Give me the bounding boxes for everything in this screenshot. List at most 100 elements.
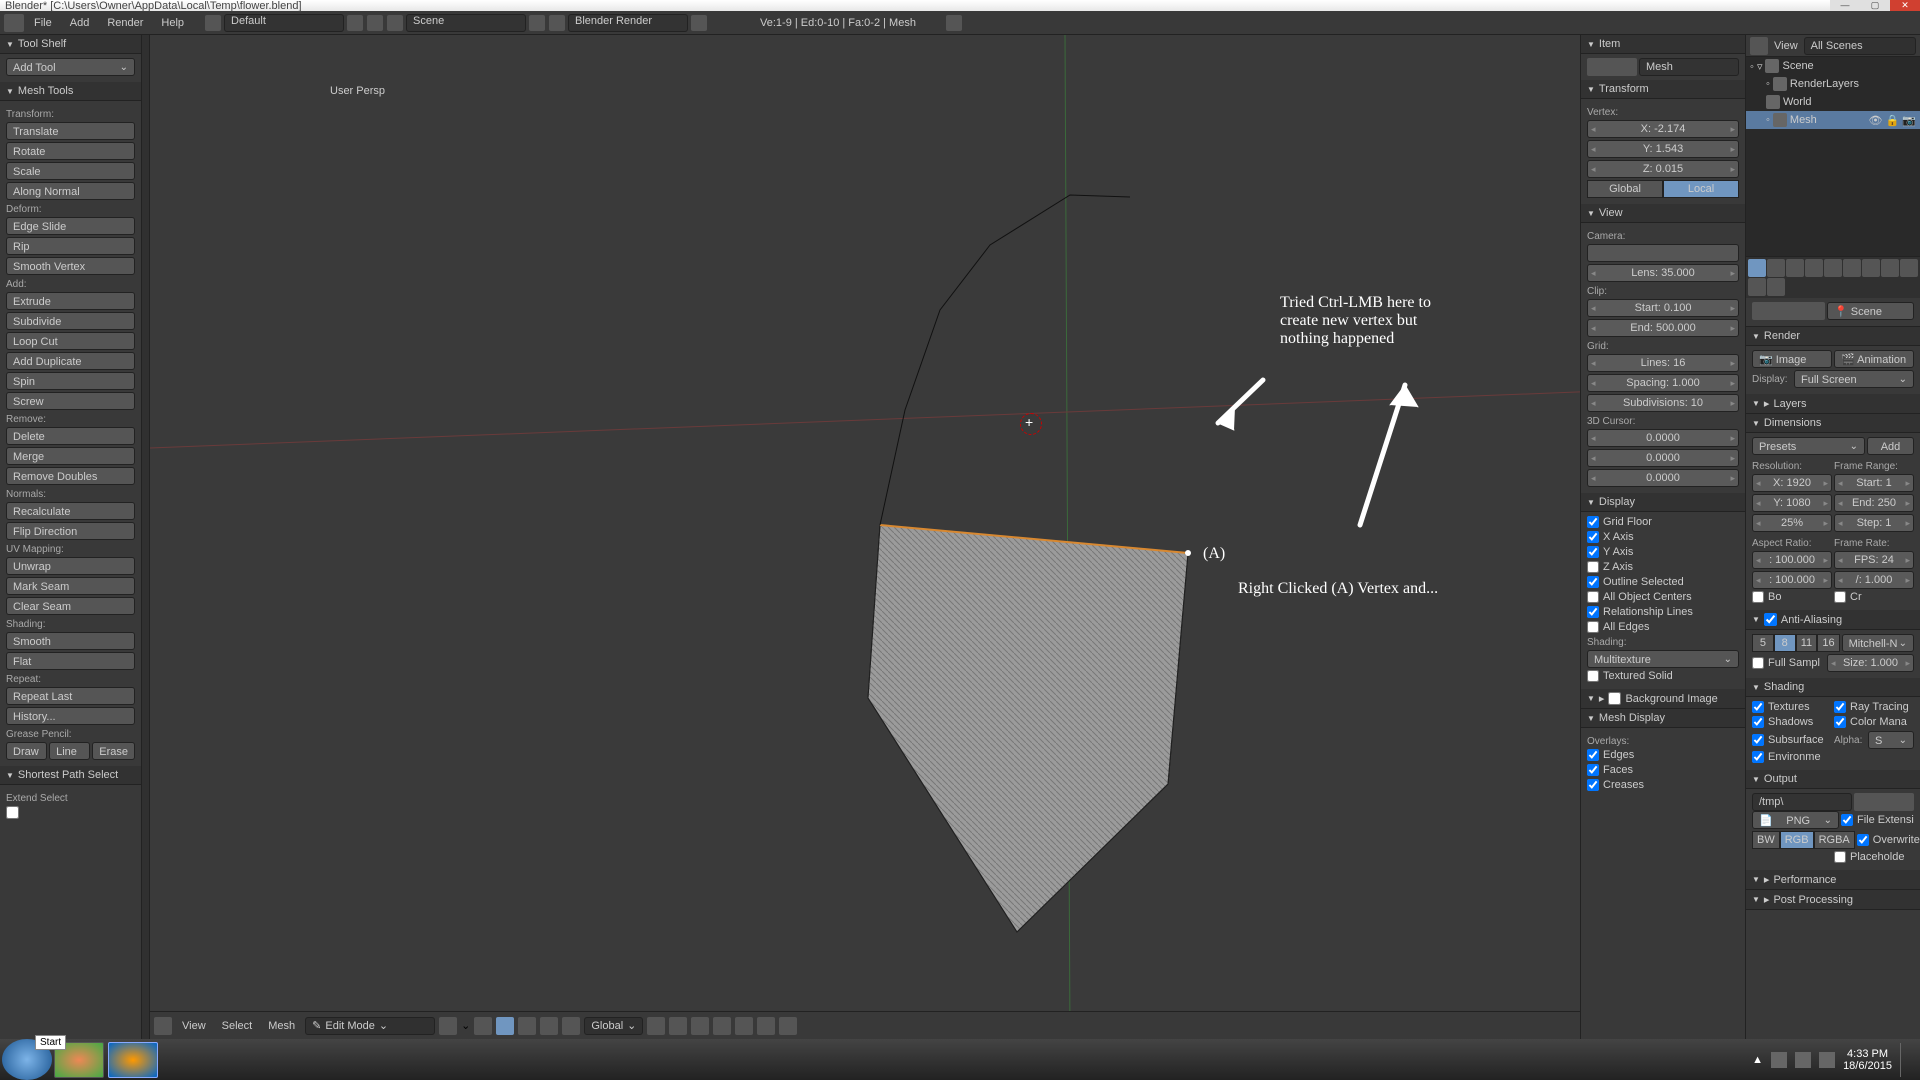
- modifiers-tab-icon[interactable]: [1843, 259, 1861, 277]
- outline-selected-checkbox[interactable]: [1587, 576, 1599, 588]
- vertex-x-field[interactable]: X: -2.174: [1587, 120, 1739, 138]
- bg-image-checkbox[interactable]: [1608, 692, 1621, 705]
- flat-button[interactable]: Flat: [6, 652, 135, 670]
- menu-file[interactable]: File: [26, 17, 60, 29]
- subsurface-checkbox[interactable]: [1752, 734, 1764, 746]
- gp-erase-button[interactable]: Erase: [92, 742, 135, 760]
- merge-button[interactable]: Merge: [6, 447, 135, 465]
- res-x-field[interactable]: X: 1920: [1752, 474, 1832, 492]
- aspect-y-field[interactable]: : 100.000: [1752, 571, 1832, 589]
- clip-end-field[interactable]: End: 500.000: [1587, 319, 1739, 337]
- transform-header[interactable]: Transform: [1581, 80, 1745, 99]
- frame-start-field[interactable]: Start: 1: [1834, 474, 1914, 492]
- editor-type-3dview-icon[interactable]: [154, 1017, 172, 1035]
- grid-lines-field[interactable]: Lines: 16: [1587, 354, 1739, 372]
- world-tab-icon[interactable]: [1786, 259, 1804, 277]
- res-pct-field[interactable]: 25%: [1752, 514, 1832, 532]
- z-axis-checkbox[interactable]: [1587, 561, 1599, 573]
- item-header[interactable]: Item: [1581, 35, 1745, 54]
- lens-field[interactable]: Lens: 35.000: [1587, 264, 1739, 282]
- spin-button[interactable]: Spin: [6, 372, 135, 390]
- editor-type-icon[interactable]: [4, 14, 24, 32]
- aa-filter-dropdown[interactable]: Mitchell-N: [1842, 634, 1914, 652]
- render-header[interactable]: Render: [1746, 327, 1920, 346]
- repeat-last-button[interactable]: Repeat Last: [6, 687, 135, 705]
- presets-dropdown[interactable]: Presets: [1752, 437, 1865, 455]
- outliner-tree[interactable]: ◦ ▿Scene ◦RenderLayers World ◦Mesh 👁 🔒 📷: [1746, 57, 1920, 257]
- post-processing-header[interactable]: ▸ Post Processing: [1746, 890, 1920, 910]
- shortest-path-header[interactable]: Shortest Path Select: [0, 766, 141, 785]
- tray-flag-icon[interactable]: [1771, 1052, 1787, 1068]
- global-toggle[interactable]: Global: [1587, 180, 1663, 198]
- render-engine-dropdown[interactable]: Blender Render: [568, 14, 688, 32]
- folder-browse-icon[interactable]: [1854, 793, 1914, 811]
- minimize-button[interactable]: —: [1830, 0, 1860, 11]
- flip-direction-button[interactable]: Flip Direction: [6, 522, 135, 540]
- pivot-icon[interactable]: [474, 1017, 492, 1035]
- tray-arrow-icon[interactable]: ▲: [1752, 1054, 1763, 1066]
- menu-render[interactable]: Render: [99, 17, 151, 29]
- vertex-z-field[interactable]: Z: 0.015: [1587, 160, 1739, 178]
- tray-clock[interactable]: 4:33 PM 18/6/2015: [1843, 1048, 1892, 1072]
- display-header[interactable]: Display: [1581, 493, 1745, 512]
- grid-spacing-field[interactable]: Spacing: 1.000: [1587, 374, 1739, 392]
- screen-layout-dropdown[interactable]: Default: [224, 14, 344, 32]
- tray-network-icon[interactable]: [1795, 1052, 1811, 1068]
- add-tool-dropdown[interactable]: Add Tool: [6, 58, 135, 76]
- aa-8[interactable]: 8: [1774, 634, 1796, 652]
- dimensions-header[interactable]: Dimensions: [1746, 414, 1920, 433]
- edge-slide-button[interactable]: Edge Slide: [6, 217, 135, 235]
- border-checkbox[interactable]: [1752, 591, 1764, 603]
- x-axis-checkbox[interactable]: [1587, 531, 1599, 543]
- rotate-button[interactable]: Rotate: [6, 142, 135, 160]
- fps-field[interactable]: FPS: 24: [1834, 551, 1914, 569]
- mesh-menu[interactable]: Mesh: [262, 1020, 301, 1032]
- view-header[interactable]: View: [1581, 204, 1745, 223]
- add-scene-icon[interactable]: [529, 15, 545, 31]
- proportional-icon[interactable]: [757, 1017, 775, 1035]
- orientation-dropdown[interactable]: Global⌄: [584, 1017, 643, 1035]
- history-button[interactable]: History...: [6, 707, 135, 725]
- placeholder-checkbox[interactable]: [1834, 851, 1846, 863]
- view-menu[interactable]: View: [176, 1020, 212, 1032]
- data-tab-icon[interactable]: [1862, 259, 1880, 277]
- y-axis-checkbox[interactable]: [1587, 546, 1599, 558]
- performance-header[interactable]: ▸ Performance: [1746, 870, 1920, 890]
- outliner-view-menu[interactable]: View: [1770, 40, 1802, 52]
- cursor-z-field[interactable]: 0.0000: [1587, 469, 1739, 487]
- texture-tab-icon[interactable]: [1900, 259, 1918, 277]
- output-format-dropdown[interactable]: 📄 PNG: [1752, 811, 1839, 829]
- all-edges-checkbox[interactable]: [1587, 621, 1599, 633]
- along-normal-button[interactable]: Along Normal: [6, 182, 135, 200]
- delete-screen-icon[interactable]: [367, 15, 383, 31]
- frame-step-field[interactable]: Step: 1: [1834, 514, 1914, 532]
- vertex-y-field[interactable]: Y: 1.543: [1587, 140, 1739, 158]
- clip-start-field[interactable]: Start: 0.100: [1587, 299, 1739, 317]
- tool-shelf-header[interactable]: Tool Shelf: [0, 35, 141, 54]
- material-tab-icon[interactable]: [1881, 259, 1899, 277]
- rip-button[interactable]: Rip: [6, 237, 135, 255]
- res-y-field[interactable]: Y: 1080: [1752, 494, 1832, 512]
- grid-floor-checkbox[interactable]: [1587, 516, 1599, 528]
- 3d-viewport[interactable]: User Persp (1) Mesh (A) Tried Ctrl-LMB h…: [150, 35, 1580, 1011]
- scene-browse-icon[interactable]: [387, 15, 403, 31]
- mesh-tools-header[interactable]: Mesh Tools: [0, 82, 141, 101]
- select-mode-vertex-icon[interactable]: [496, 1017, 514, 1035]
- camera-selector[interactable]: [1587, 244, 1739, 262]
- screw-button[interactable]: Screw: [6, 392, 135, 410]
- aa-header[interactable]: Anti-Aliasing: [1746, 610, 1920, 630]
- environment-checkbox[interactable]: [1752, 751, 1764, 763]
- show-desktop-button[interactable]: [1900, 1043, 1910, 1077]
- outliner-display-dropdown[interactable]: All Scenes: [1804, 37, 1916, 55]
- snap-icon[interactable]: [691, 1017, 709, 1035]
- alpha-dropdown[interactable]: S: [1868, 731, 1914, 749]
- mesh-display-header[interactable]: Mesh Display: [1581, 709, 1745, 728]
- mode-dropdown[interactable]: ✎Edit Mode⌄: [305, 1017, 435, 1035]
- rgb-toggle[interactable]: RGB: [1780, 831, 1814, 849]
- select-mode-edge-icon[interactable]: [518, 1017, 536, 1035]
- frame-end-field[interactable]: End: 250: [1834, 494, 1914, 512]
- grid-subdiv-field[interactable]: Subdivisions: 10: [1587, 394, 1739, 412]
- layer-icon[interactable]: [669, 1017, 687, 1035]
- extrude-button[interactable]: Extrude: [6, 292, 135, 310]
- fps-base-field[interactable]: /: 1.000: [1834, 571, 1914, 589]
